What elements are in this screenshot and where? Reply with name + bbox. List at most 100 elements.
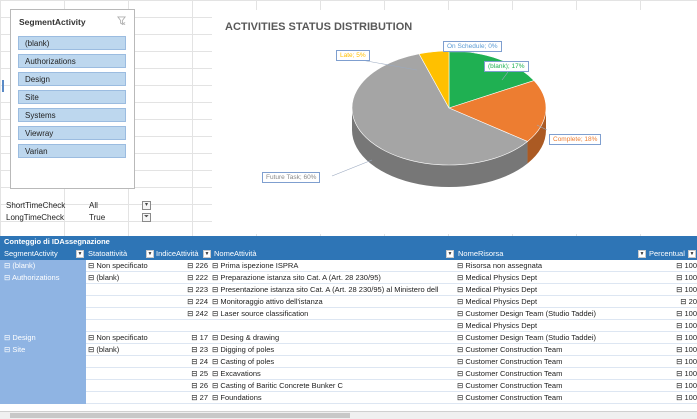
- table-cell-nome: ⊟ Monitoraggio attivo dell'istanza: [212, 297, 323, 306]
- table-cell-seg[interactable]: [0, 392, 86, 404]
- filter-value-shorttimecheck: All: [89, 201, 98, 210]
- table-row[interactable]: ⊟ 26 ⊟ Casting of Baritic Concrete Bunker…: [0, 380, 697, 392]
- table-cell-ind: ⊟ 25: [191, 369, 208, 378]
- slicer-item-design[interactable]: Design: [18, 72, 126, 86]
- table-cell-perc: ⊟ 20: [680, 297, 697, 306]
- table-cell-nome: ⊟ Casting of Baritic Concrete Bunker C: [212, 381, 343, 390]
- table-cell-nome: [211, 320, 456, 332]
- slicer-item-blank[interactable]: (blank): [18, 36, 126, 50]
- slicer-title: SegmentActivity: [19, 17, 86, 27]
- slicer-item-site[interactable]: Site: [18, 90, 126, 104]
- table-cell-ris: ⊟ Customer Design Team (Studio Taddei): [457, 333, 596, 342]
- table-cell-perc: ⊟ 100: [676, 321, 697, 330]
- cell-cursor: [2, 80, 4, 92]
- table-cell-ind: ⊟ 242: [187, 309, 208, 318]
- column-header-segmentactivity: SegmentActivity: [4, 249, 58, 258]
- table-cell-nome: ⊟ Presentazione istanza sito Cat. A (Art…: [212, 285, 439, 294]
- filter-dropdown-nomerisorsa[interactable]: ▼: [638, 250, 646, 258]
- table-cell-ris: ⊟ Customer Construction Team: [457, 393, 563, 402]
- table-cell-ind: ⊟ 223: [187, 285, 208, 294]
- leader-line: [331, 159, 373, 177]
- filter-dropdown-statoattivita[interactable]: ▼: [146, 250, 154, 258]
- table-cell-ris: ⊟ Customer Construction Team: [457, 381, 563, 390]
- data-label-future-task: Future Task; 60%: [262, 172, 321, 183]
- table-cell-seg[interactable]: ⊟ Authorizations: [0, 272, 86, 284]
- column-header-nomerisorsa: NomeRisorsa: [458, 249, 504, 258]
- table-cell-nome: ⊟ Excavations: [212, 369, 261, 378]
- pivot-title: Conteggio di IDAssegnazione: [0, 236, 697, 248]
- table-cell-seg[interactable]: [0, 380, 86, 392]
- filter-label-shorttimecheck: ShortTimeCheck: [6, 201, 66, 210]
- filter-dropdown-button[interactable]: ▾: [142, 201, 151, 210]
- table-row[interactable]: ⊟ Medical Physics Dept ⊟ 100: [0, 320, 697, 332]
- table-cell-stato: [86, 296, 155, 308]
- table-cell-ris: ⊟ Medical Physics Dept: [457, 285, 538, 294]
- data-label-late: Late; 5%: [336, 50, 370, 61]
- table-cell-ind: ⊟ 24: [191, 357, 208, 366]
- table-cell-seg[interactable]: [0, 308, 86, 320]
- table-row[interactable]: ⊟ Authorizations ⊟ (blank) ⊟ 222 ⊟ Preparaz…: [0, 272, 697, 284]
- table-cell-ris: ⊟ Risorsa non assegnata: [457, 261, 543, 270]
- table-cell-ris: ⊟ Medical Physics Dept: [457, 297, 538, 306]
- segment-activity-slicer: SegmentActivity (blank) Authorizations D…: [10, 9, 135, 189]
- table-cell-seg[interactable]: [0, 368, 86, 380]
- data-label-blank: (blank); 17%: [484, 61, 529, 72]
- table-cell-perc: ⊟ 100: [676, 285, 697, 294]
- table-cell-perc: ⊟ 100: [676, 345, 697, 354]
- table-cell-ris: ⊟ Customer Design Team (Studio Taddei): [457, 309, 596, 318]
- table-cell-stato: [86, 284, 155, 296]
- table-row[interactable]: ⊟ 27 ⊟ Foundations ⊟ Customer Construction…: [0, 392, 697, 404]
- pie-chart[interactable]: ACTIVITIES STATUS DISTRIBUTION Late; 5% …: [212, 10, 697, 234]
- table-row[interactable]: ⊟ 25 ⊟ Excavations ⊟ Customer Construction…: [0, 368, 697, 380]
- slicer-item-authorizations[interactable]: Authorizations: [18, 54, 126, 68]
- table-cell-nome: ⊟ Prima ispezione ISPRA: [212, 261, 299, 270]
- scrollbar-thumb[interactable]: [10, 413, 350, 418]
- table-cell-nome: ⊟ Casting of poles: [212, 357, 275, 366]
- table-row[interactable]: ⊟ 242 ⊟ Laser source classification ⊟ Cust…: [0, 308, 697, 320]
- table-cell-seg[interactable]: [0, 284, 86, 296]
- data-label-on-schedule: On Schedule; 0%: [443, 41, 502, 52]
- table-cell-ris: ⊟ Medical Physics Dept: [457, 321, 538, 330]
- table-row[interactable]: ⊟ Design ⊟ Non specificato ⊟ 17 ⊟ Desing & …: [0, 332, 697, 344]
- table-row[interactable]: ⊟ 223 ⊟ Presentazione istanza sito Cat. A…: [0, 284, 697, 296]
- table-cell-ind: ⊟ 17: [191, 333, 208, 342]
- filter-applied-button[interactable]: ⏷: [142, 213, 151, 222]
- slicer-item-varian[interactable]: Varian: [18, 144, 126, 158]
- table-cell-stato: ⊟ (blank): [88, 273, 120, 282]
- table-row[interactable]: ⊟ 24 ⊟ Casting of poles ⊟ Customer Constru…: [0, 356, 697, 368]
- table-cell-seg[interactable]: ⊟ Design: [0, 332, 86, 344]
- column-header-percentuale: Percentual: [649, 249, 685, 258]
- table-cell-seg[interactable]: [0, 320, 86, 332]
- table-cell-perc: ⊟ 100: [676, 333, 697, 342]
- table-row[interactable]: ⊟ 224 ⊟ Monitoraggio attivo dell'istanza ⊟…: [0, 296, 697, 308]
- table-cell-stato: [86, 308, 155, 320]
- table-cell-ind: ⊟ 26: [191, 381, 208, 390]
- table-cell-perc: ⊟ 100: [676, 369, 697, 378]
- table-row[interactable]: ⊟ Site ⊟ (blank) ⊟ 23 ⊟ Digging of poles ⊟ C…: [0, 344, 697, 356]
- slicer-item-viewray[interactable]: Viewray: [18, 126, 126, 140]
- table-cell-stato: [86, 392, 155, 404]
- table-row[interactable]: ⊟ (blank) ⊟ Non specificato ⊟ 226 ⊟ Prima i…: [0, 260, 697, 272]
- horizontal-scrollbar[interactable]: [0, 411, 697, 419]
- table-cell-nome: ⊟ Preparazione istanza sito Cat. A (Art.…: [212, 273, 381, 282]
- filter-dropdown-percentuale[interactable]: ▼: [688, 250, 696, 258]
- table-cell-ind: ⊟ 222: [187, 273, 208, 282]
- column-header-nomeattivita: NomeAttività: [214, 249, 257, 258]
- table-cell-seg[interactable]: [0, 296, 86, 308]
- table-cell-perc: ⊟ 100: [676, 381, 697, 390]
- table-cell-ris: ⊟ Customer Construction Team: [457, 345, 563, 354]
- table-cell-stato: ⊟ Non specificato: [88, 261, 148, 270]
- table-cell-stato: [86, 380, 155, 392]
- table-cell-ris: ⊟ Medical Physics Dept: [457, 273, 538, 282]
- filter-dropdown-segmentactivity[interactable]: ▼: [76, 250, 84, 258]
- table-cell-seg[interactable]: ⊟ (blank): [0, 260, 86, 272]
- table-cell-ind: ⊟ 226: [187, 261, 208, 270]
- filter-dropdown-nomeattivita[interactable]: ▼: [446, 250, 454, 258]
- table-cell-seg[interactable]: ⊟ Site: [0, 344, 86, 356]
- table-cell-nome: ⊟ Foundations: [212, 393, 262, 402]
- table-cell-seg[interactable]: [0, 356, 86, 368]
- clear-filter-icon[interactable]: [117, 16, 126, 25]
- filter-dropdown-indiceattivita[interactable]: ▼: [203, 250, 211, 258]
- slicer-item-systems[interactable]: Systems: [18, 108, 126, 122]
- table-cell-perc: ⊟ 100: [676, 393, 697, 402]
